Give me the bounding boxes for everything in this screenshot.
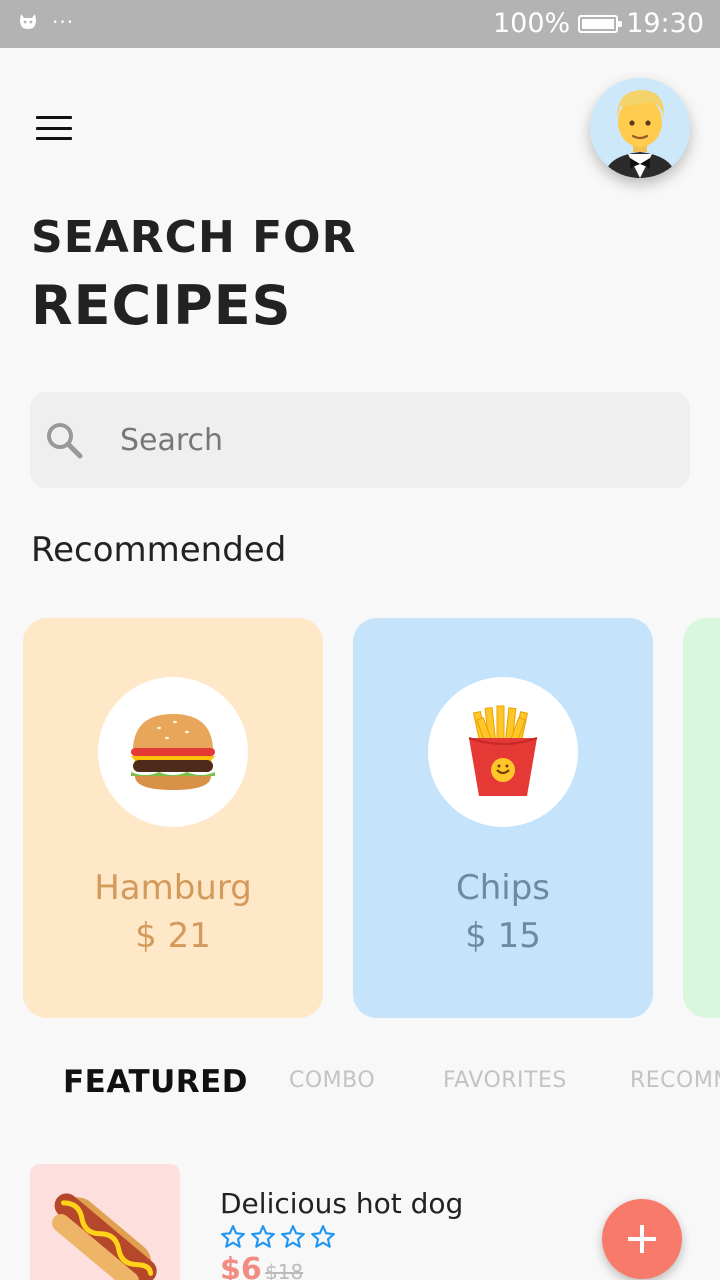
card-name: Hamburg	[94, 868, 252, 908]
star-outline-icon	[221, 1225, 245, 1248]
profile-avatar[interactable]	[590, 78, 690, 178]
tab-recommended[interactable]: RECOMM	[630, 1068, 720, 1093]
tab-combo[interactable]: COMBO	[289, 1068, 375, 1093]
recipe-card-hamburg[interactable]: Hamburg $ 21	[23, 618, 323, 1018]
hot-dog-image[interactable]	[30, 1164, 180, 1280]
star-outline-icon	[281, 1225, 305, 1248]
search-input[interactable]	[120, 414, 660, 466]
battery-percentage: 100%	[492, 8, 571, 39]
status-bar: ··· 100% 19:30	[0, 0, 720, 48]
item-price: $6	[220, 1252, 262, 1280]
recipe-card-chips[interactable]: Chips $ 15	[353, 618, 653, 1018]
recommended-heading: Recommended	[31, 530, 287, 570]
hot-dog-icon	[52, 1193, 157, 1280]
man-in-tuxedo-icon	[590, 78, 690, 178]
battery-icon	[578, 15, 623, 33]
tab-favorites[interactable]: FAVORITES	[443, 1068, 567, 1093]
hamburger-icon	[131, 714, 215, 790]
tab-featured[interactable]: FEATURED	[63, 1064, 248, 1100]
page-title-line2: RECIPES	[31, 274, 292, 337]
card-price: $ 15	[465, 916, 541, 956]
item-title[interactable]: Delicious hot dog	[220, 1187, 463, 1220]
card-price: $ 21	[135, 916, 211, 956]
clock: 19:30	[626, 8, 704, 39]
rating-stars	[220, 1224, 336, 1250]
search-icon	[47, 423, 83, 459]
android-cat-icon	[20, 14, 36, 29]
plus-icon	[628, 1225, 656, 1253]
recipe-card-partial[interactable]	[683, 618, 720, 1018]
card-name: Chips	[455, 868, 551, 908]
hamburger-menu-icon	[36, 116, 72, 119]
page-title-line1: SEARCH FOR	[31, 212, 357, 263]
menu-button[interactable]	[30, 110, 78, 146]
star-outline-icon	[311, 1225, 335, 1248]
more-notifications-icon: ···	[52, 10, 75, 34]
star-outline-icon	[251, 1225, 275, 1248]
add-button[interactable]	[602, 1199, 682, 1279]
item-old-price: $18	[265, 1260, 304, 1280]
french-fries-icon	[468, 705, 538, 796]
